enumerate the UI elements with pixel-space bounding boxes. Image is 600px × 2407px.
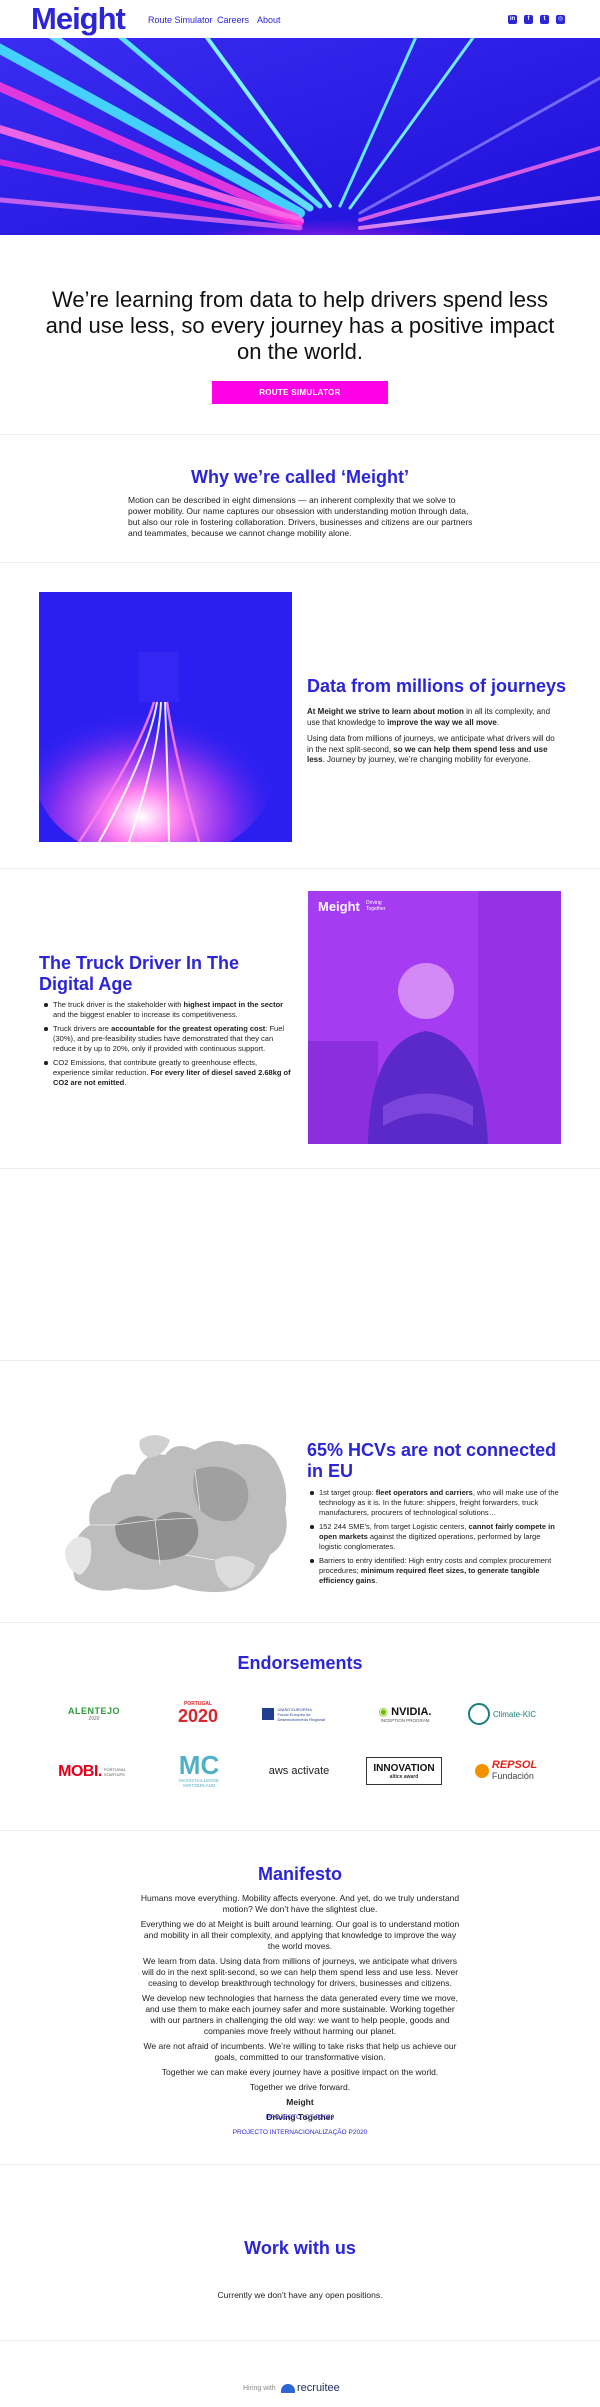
alentejo-logo: ALENTEJO 2020	[67, 1706, 120, 1722]
nav-about[interactable]: About	[257, 15, 281, 25]
manifesto-p6: Together we can make every journey have …	[161, 2067, 439, 2077]
divider	[0, 1360, 600, 1361]
project-internationalization-link[interactable]: PROJECTO INTERNACIONALIZAÇÃO P2020	[0, 2129, 600, 2136]
manifesto-p2: Everything we do at Meight is built arou…	[140, 1919, 460, 1951]
altice-innovation-logo: INNOVATION altice award	[366, 1757, 442, 1785]
manifesto-p5: We are not afraid of incumbents. We’re w…	[143, 2041, 457, 2062]
manifesto-p7: Together we drive forward.	[249, 2082, 351, 2092]
truck-bullets: The truck driver is the stakeholder with…	[41, 1000, 291, 1092]
manifesto-sign-1: Meight	[286, 2097, 314, 2107]
truck-bullet-1: The truck driver is the stakeholder with…	[41, 1000, 291, 1020]
truck-driver-image: Meight Driving Together	[308, 891, 561, 1144]
divider	[0, 2340, 600, 2341]
manifesto-p1: Humans move everything. Mobility affects…	[140, 1893, 460, 1914]
data-p1: At Meight we strive to learn about motio…	[307, 707, 562, 728]
instagram-icon[interactable]: ◎	[556, 15, 565, 24]
data-title: Data from millions of journeys	[307, 676, 567, 696]
hiring-with-label: Hiring with	[243, 2385, 276, 2392]
meight-logo[interactable]: Meight	[31, 2, 126, 36]
eu-fund-logo: UNIÃO EUROPEIA Fundo Europeu de Desenvol…	[262, 1703, 334, 1725]
recruitee-icon	[281, 2383, 295, 2393]
data-p1-bold: At Meight we strive to learn about motio…	[307, 707, 464, 716]
manifesto-body: Humans move everything. Mobility affects…	[138, 1893, 462, 2127]
work-text: Currently we don’t have any open positio…	[217, 2290, 383, 2300]
nav-route-simulator[interactable]: Route Simulator	[148, 15, 213, 25]
divider	[0, 1622, 600, 1623]
portugal-2020-logo: PORTUGAL 2020	[177, 1701, 219, 1726]
divider	[0, 2164, 600, 2165]
route-simulator-button[interactable]: ROUTE SIMULATOR	[212, 381, 388, 404]
hcv-bullet-2: 152 244 SME’s, from target Logistic cent…	[307, 1522, 562, 1552]
truck-bullet-3: CO2 Emissions, that contribute greatly t…	[41, 1058, 291, 1088]
nvidia-eye-icon: ◉	[378, 1706, 392, 1718]
data-p2-end: . Journey by journey, we’re changing mob…	[322, 755, 531, 764]
hcv-title: 65% HCVs are not connected in EU	[307, 1440, 557, 1481]
nav-careers[interactable]: Careers	[217, 15, 249, 25]
hero-image	[0, 38, 600, 235]
linkedin-icon[interactable]: in	[508, 15, 517, 24]
hcv-bullet-1: 1st target group: fleet operators and ca…	[307, 1488, 562, 1518]
manifesto-title: Manifesto	[257, 1864, 342, 1884]
masschallenge-logo: MC MASSCHALLENGE SWITZERLAND	[178, 1750, 220, 1788]
project-iot-link[interactable]: PROJECTO IOT P2020	[0, 2114, 600, 2121]
image-tagline: Driving Together	[366, 900, 386, 912]
divider	[0, 562, 600, 563]
road-lights-image	[39, 592, 292, 842]
hcv-bullet-3: Barriers to entry identified: High entry…	[307, 1556, 562, 1586]
manifesto-p4: We develop new technologies that harness…	[142, 1993, 458, 2036]
divider	[0, 1168, 600, 1169]
endorsements-title: Endorsements	[237, 1653, 363, 1673]
data-p2: Using data from millions of journeys, we…	[307, 734, 562, 766]
europe-map-image	[55, 1430, 292, 1596]
image-logo: Meight	[318, 899, 360, 914]
hcv-bullets: 1st target group: fleet operators and ca…	[307, 1488, 562, 1590]
why-text: Motion can be described in eight dimensi…	[128, 495, 473, 538]
truck-bullet-2: Truck drivers are accountable for the gr…	[41, 1024, 291, 1054]
work-title: Work with us	[244, 2238, 356, 2258]
facebook-icon[interactable]: f	[524, 15, 533, 24]
mobi-logo: MOBI. PORTUGAL STARTUPS	[58, 1763, 126, 1780]
repsol-logo: REPSOL Fundación	[466, 1756, 546, 1786]
recruitee-brand: recruitee	[297, 2382, 340, 2394]
nvidia-logo: ◉ NVIDIA. INCEPTION PROGRAM	[378, 1706, 432, 1723]
intro-lead: We’re learning from data to help drivers…	[45, 287, 555, 364]
repsol-flame-icon	[474, 1764, 489, 1778]
aws-activate-logo: aws activate	[268, 1765, 330, 1777]
recruitee-link[interactable]: recruitee	[281, 2381, 361, 2395]
truck-title: The Truck Driver In The Digital Age	[39, 953, 240, 994]
climate-kic-logo: Climate-KIC	[466, 1700, 538, 1728]
eu-flag-icon	[262, 1708, 275, 1720]
climate-circle-icon	[467, 1703, 490, 1725]
hero-light-trails	[0, 38, 600, 235]
divider	[0, 434, 600, 435]
twitter-icon[interactable]: t	[540, 15, 549, 24]
data-p1-bold2: improve the way we all move	[387, 717, 497, 727]
data-p1-end: .	[496, 717, 500, 727]
manifesto-p3: We learn from data. Using data from mill…	[141, 1956, 459, 1988]
why-title: Why we’re called ‘Meight’	[190, 467, 410, 487]
site-header: Meight Route Simulator Careers About in …	[0, 0, 600, 38]
divider	[0, 868, 600, 869]
divider	[0, 1830, 600, 1831]
